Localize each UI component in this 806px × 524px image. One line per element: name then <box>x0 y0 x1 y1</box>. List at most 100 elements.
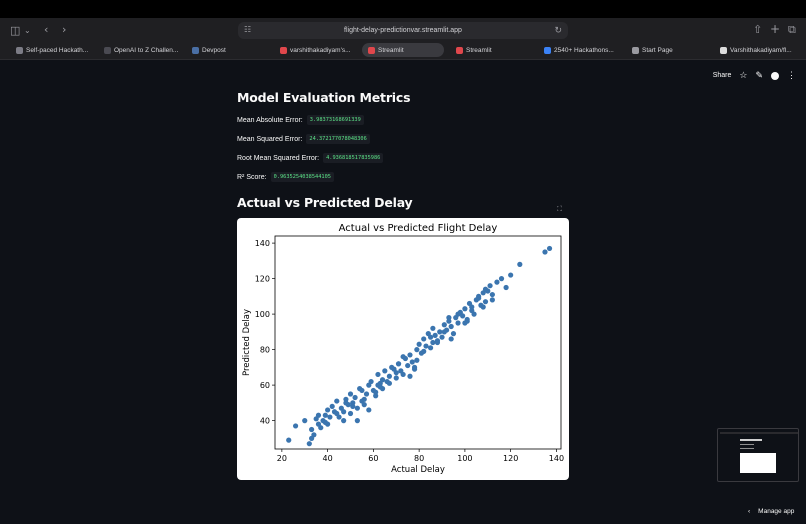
browser-tab[interactable]: Streamlit <box>450 43 532 57</box>
metric-label: Mean Absolute Error: <box>237 116 303 124</box>
data-point <box>315 412 322 418</box>
data-point <box>309 426 315 433</box>
tab-label: 2540+ Hackathons... <box>554 46 614 54</box>
x-tick-label: 20 <box>277 454 287 463</box>
forward-arrow-icon[interactable]: › <box>62 24 66 36</box>
edit-pencil-icon[interactable]: ✎ <box>755 70 763 81</box>
new-tab-icon[interactable]: + <box>770 23 780 35</box>
data-point <box>439 334 445 340</box>
data-point <box>462 306 468 312</box>
tab-favicon-icon <box>632 46 639 54</box>
tab-label: Streamlit <box>378 46 404 54</box>
browser-tab[interactable]: Streamlit <box>362 43 444 57</box>
browser-tab[interactable]: Start Page <box>626 43 708 57</box>
tab-favicon-icon <box>280 46 287 54</box>
browser-tab[interactable]: OpenAI to Z Challen... <box>98 43 180 57</box>
share-button[interactable]: Share <box>713 72 732 79</box>
tab-favicon-icon <box>192 46 199 54</box>
data-point <box>343 400 349 406</box>
main-content: Model Evaluation Metrics Mean Absolute E… <box>237 90 570 210</box>
reload-icon[interactable]: ↻ <box>554 25 562 36</box>
browser-nav-row: ◫ ⌄ ‹ › ☷ flight-delay-predictionvar.str… <box>0 18 806 42</box>
share-icon[interactable]: ⇧ <box>753 24 762 36</box>
data-point <box>405 362 411 369</box>
data-point <box>286 437 292 443</box>
y-axis-label: Predicted Delay <box>242 309 252 376</box>
data-point <box>302 418 308 424</box>
data-point <box>386 380 392 386</box>
data-point <box>306 441 312 447</box>
data-point <box>423 343 429 349</box>
data-point <box>498 276 505 282</box>
data-point <box>375 371 381 378</box>
tab-label: Streamlit <box>466 46 492 54</box>
metric-value: 0.9635254038544105 <box>270 172 334 182</box>
chart-card: Actual vs Predicted Flight Delay 20 40 60 80… <box>237 218 569 480</box>
tab-bar: Self-paced Hackath... OpenAI to Z Challen… <box>10 43 806 57</box>
data-point <box>464 318 470 324</box>
data-point <box>494 279 500 285</box>
data-point <box>430 325 436 331</box>
y-tick-label: 80 <box>260 346 270 355</box>
data-point <box>373 389 379 395</box>
tab-label: Start Page <box>642 46 673 54</box>
data-point <box>359 387 365 394</box>
browser-chrome: ◫ ⌄ ‹ › ☷ flight-delay-predictionvar.str… <box>0 18 806 60</box>
data-point <box>368 378 374 385</box>
data-point <box>393 370 399 376</box>
browser-tab[interactable]: Self-paced Hackath... <box>10 43 92 57</box>
data-point <box>414 357 420 363</box>
x-tick-label: 40 <box>323 454 333 463</box>
data-point <box>437 329 443 335</box>
data-point <box>350 403 356 409</box>
data-point <box>341 409 347 415</box>
y-tick-label: 140 <box>255 239 270 248</box>
y-tick-label: 40 <box>260 417 270 426</box>
tab-favicon-icon <box>368 46 375 54</box>
scatter-chart: Actual vs Predicted Flight Delay 20 40 60 80… <box>242 223 564 475</box>
back-arrow-icon[interactable]: ‹ <box>44 24 48 36</box>
data-point <box>409 359 415 365</box>
browser-tab[interactable]: 2540+ Hackathons... <box>538 43 620 57</box>
browser-tab[interactable]: Devpost <box>186 43 268 57</box>
sidebar-toggle-icon[interactable]: ◫ <box>10 25 20 37</box>
data-point <box>334 398 340 404</box>
data-point <box>441 322 447 328</box>
data-point <box>414 347 420 353</box>
tab-favicon-icon <box>456 46 463 54</box>
data-point <box>432 332 438 338</box>
data-point <box>354 418 360 424</box>
github-icon[interactable] <box>771 71 779 80</box>
metrics-heading: Model Evaluation Metrics <box>237 90 411 105</box>
data-point <box>489 291 495 298</box>
manage-app-button[interactable]: ‹ Manage app <box>748 508 794 515</box>
data-point <box>480 304 486 310</box>
chevron-down-icon[interactable]: ⌄ <box>24 25 31 37</box>
metric-row: R² Score: 0.9635254038544105 <box>237 171 570 183</box>
system-top-bar <box>0 0 806 18</box>
tab-label: Self-paced Hackath... <box>26 46 89 54</box>
x-tick-label: 80 <box>414 454 424 463</box>
data-point <box>336 414 342 420</box>
data-point <box>430 339 436 346</box>
data-point <box>318 425 324 431</box>
manage-app-label: Manage app <box>758 508 795 515</box>
fullscreen-icon[interactable]: ⛶ <box>557 206 562 214</box>
star-icon[interactable]: ☆ <box>739 70 747 81</box>
chart-section-heading: Actual vs Predicted Delay <box>237 195 413 210</box>
data-point <box>448 323 454 330</box>
browser-tab[interactable]: varshithakadiyam's... <box>274 43 356 57</box>
address-bar[interactable]: ☷ flight-delay-predictionvar.streamlit.a… <box>238 22 568 39</box>
more-menu-icon[interactable]: ⋮ <box>787 70 796 81</box>
streamlit-app: Share ☆ ✎ ⋮ Model Evaluation Metrics Mea… <box>0 60 806 524</box>
data-point <box>455 311 461 317</box>
x-tick-label: 60 <box>368 454 378 463</box>
page-settings-icon[interactable]: ☷ <box>244 25 251 34</box>
data-point <box>446 315 452 321</box>
data-point <box>421 336 427 342</box>
tab-overview-icon[interactable]: ⧉ <box>788 24 796 36</box>
minimap-thumbnail[interactable] <box>717 428 799 482</box>
x-tick-label: 120 <box>503 454 518 463</box>
data-point <box>386 373 392 379</box>
browser-tab[interactable]: Varshithakadiyam/fl... <box>714 43 796 57</box>
